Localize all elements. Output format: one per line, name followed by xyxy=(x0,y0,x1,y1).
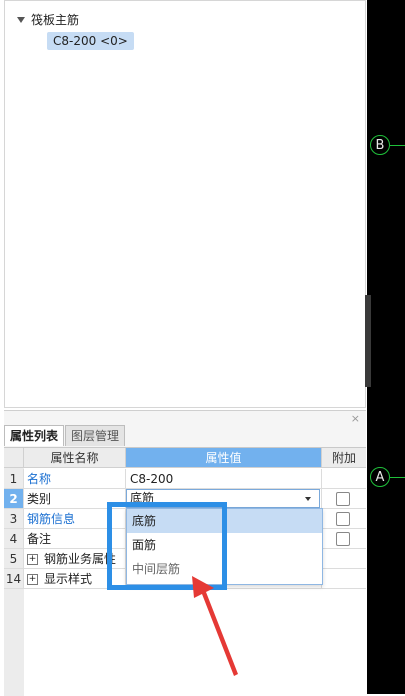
tree-node-rebar-spec[interactable]: C8-200 <0> xyxy=(47,32,134,50)
extra-cell xyxy=(322,489,366,509)
drawing-canvas[interactable] xyxy=(367,0,405,694)
axis-marker-b: B xyxy=(370,135,390,155)
grid-header: 属性名称 属性值 附加 xyxy=(4,448,366,468)
expand-plus-icon[interactable]: + xyxy=(27,574,38,585)
tab-property-list[interactable]: 属性列表 xyxy=(4,425,65,446)
extra-checkbox[interactable] xyxy=(336,492,350,506)
axis-line-b xyxy=(390,145,405,146)
header-extra: 附加 xyxy=(322,448,366,468)
tree-panel: 筏板主筋 C8-200 <0> xyxy=(4,0,366,408)
table-row[interactable]: 1 名称 C8-200 xyxy=(4,469,366,489)
tab-layer-management[interactable]: 图层管理 xyxy=(65,425,126,446)
axis-line-a xyxy=(390,477,405,478)
row-number: 3 xyxy=(4,509,24,529)
row-number: 4 xyxy=(4,529,24,549)
extra-cell xyxy=(322,569,366,589)
extra-checkbox[interactable] xyxy=(336,532,350,546)
extra-cell xyxy=(322,469,366,489)
row-number: 14 xyxy=(4,569,24,589)
property-group-label: 显示样式 xyxy=(44,572,93,586)
annotation-arrow-icon xyxy=(192,576,238,676)
panel-resize-handle[interactable] xyxy=(365,295,371,387)
tree-node-label: 筏板主筋 xyxy=(31,13,80,27)
extra-checkbox[interactable] xyxy=(336,512,350,526)
panel-tabs: 属性列表 图层管理 xyxy=(4,425,126,447)
expand-caret-icon[interactable] xyxy=(17,16,25,23)
axis-marker-a: A xyxy=(370,467,390,487)
header-num xyxy=(4,448,24,468)
tree-node-raft-main-rebar[interactable]: 筏板主筋 xyxy=(17,11,79,28)
row-number: 5 xyxy=(4,549,24,569)
row-number: 1 xyxy=(4,469,24,489)
dropdown-arrow-icon[interactable] xyxy=(305,497,311,501)
expand-plus-icon[interactable]: + xyxy=(27,554,38,565)
extra-cell xyxy=(322,509,366,529)
header-property-value: 属性值 xyxy=(126,448,322,468)
property-value[interactable]: C8-200 xyxy=(126,469,322,489)
row-number: 2 xyxy=(4,489,24,509)
extra-cell xyxy=(322,549,366,569)
extra-cell xyxy=(322,529,366,549)
property-group-label: 钢筋业务属性 xyxy=(44,552,117,566)
close-icon[interactable]: × xyxy=(351,412,360,425)
property-name: 名称 xyxy=(24,469,126,489)
header-property-name: 属性名称 xyxy=(24,448,126,468)
